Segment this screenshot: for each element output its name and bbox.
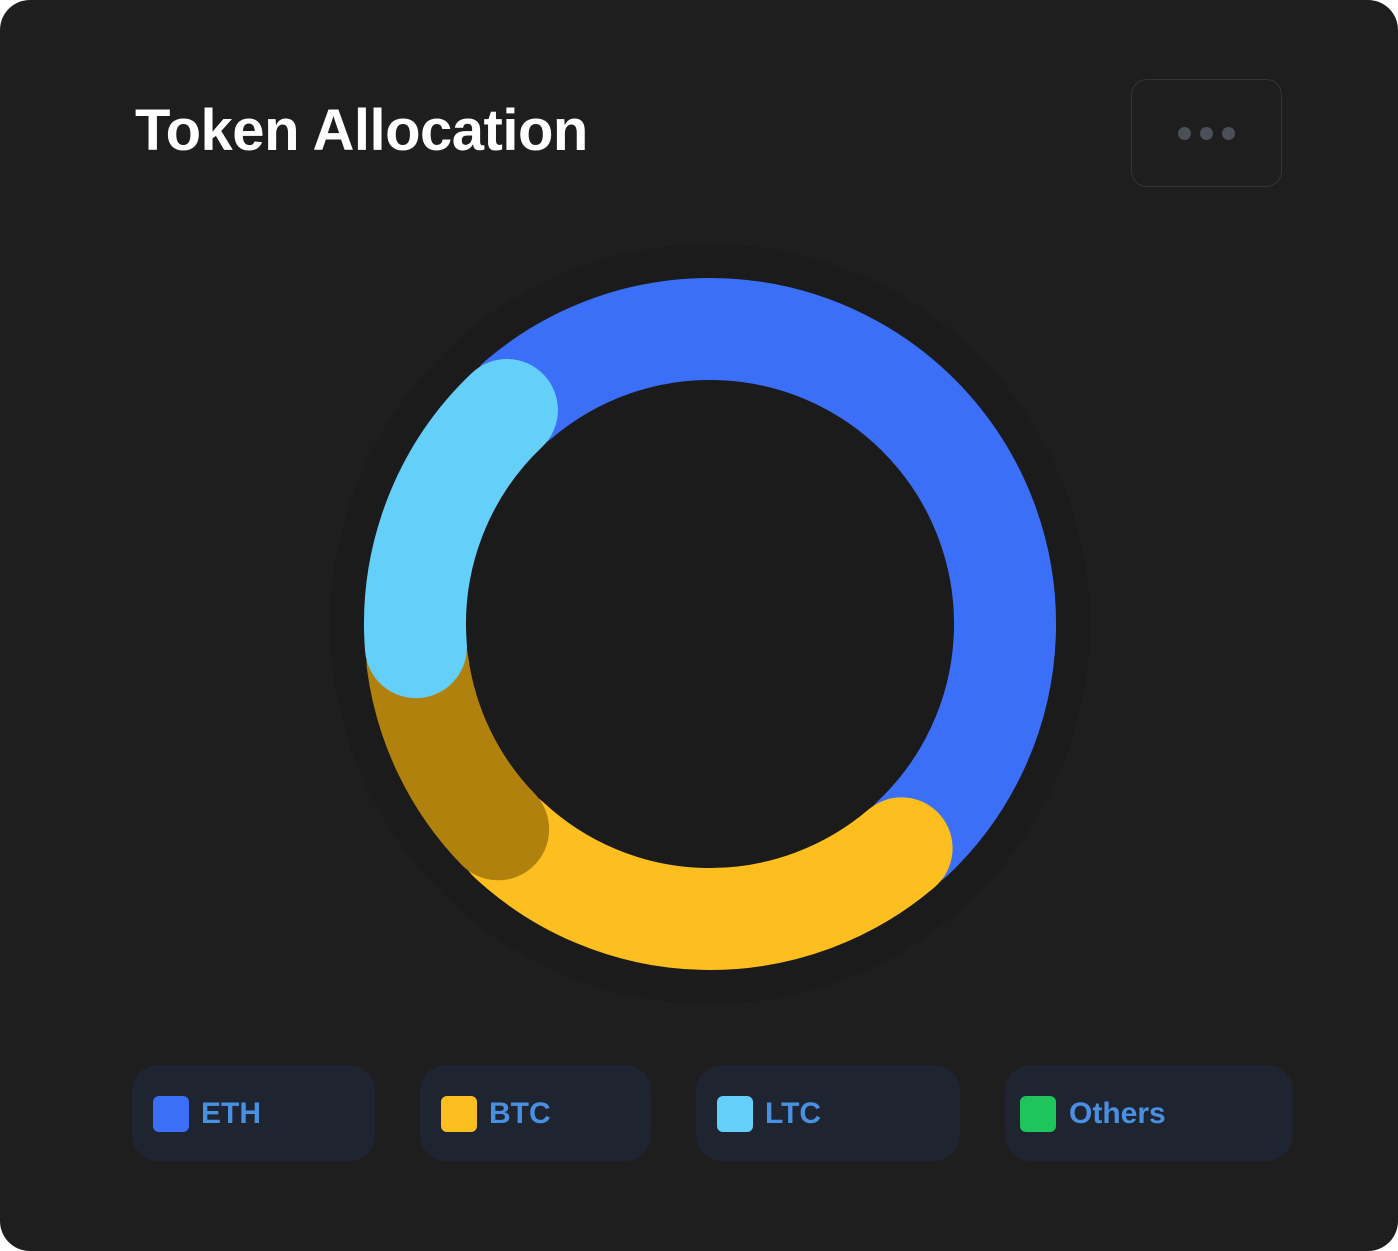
legend-label-eth: ETH bbox=[201, 1097, 261, 1130]
legend-item-ltc[interactable]: LTC bbox=[696, 1065, 960, 1161]
token-allocation-card: Token Allocation ETH BTC LTC Others bbox=[0, 0, 1398, 1251]
legend-swatch-ltc bbox=[717, 1096, 753, 1132]
legend-label-btc: BTC bbox=[489, 1097, 551, 1130]
legend-label-others: Others bbox=[1069, 1097, 1166, 1130]
legend-item-others[interactable]: Others bbox=[1005, 1065, 1293, 1161]
legend-swatch-btc bbox=[441, 1096, 477, 1132]
legend-item-btc[interactable]: BTC bbox=[420, 1065, 651, 1161]
legend-swatch-eth bbox=[153, 1096, 189, 1132]
legend-item-eth[interactable]: ETH bbox=[132, 1065, 375, 1161]
legend-label-ltc: LTC bbox=[765, 1097, 822, 1130]
legend-swatch-others bbox=[1020, 1096, 1056, 1132]
donut-chart bbox=[330, 244, 1090, 1004]
